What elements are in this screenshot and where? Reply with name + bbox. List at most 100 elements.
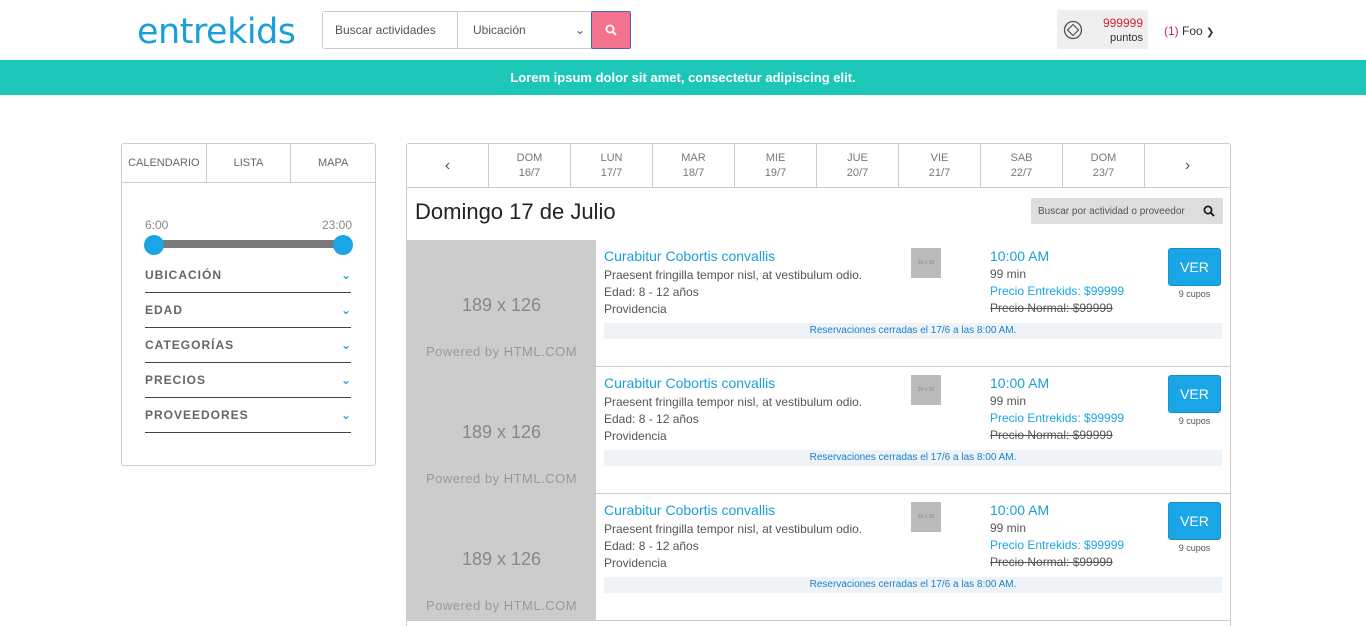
announcement-banner: Lorem ipsum dolor sit amet, consectetur … [0,60,1366,95]
points-value: 999999 [1102,16,1143,30]
chevron-down-icon: ⌄ [340,303,351,317]
price-normal: Precio Normal: $99999 [990,301,1113,315]
tab-mapa[interactable]: MAPA [291,144,375,182]
chevron-down-icon: ⌄ [340,268,351,282]
day-date: 19/7 [764,166,787,179]
activity-age: Edad: 8 - 12 años [604,539,699,553]
chevron-down-icon: ❯ [1206,27,1215,38]
provider-logo: 30 x 30 [911,248,941,278]
price-entrekids: Precio Entrekids: $99999 [990,284,1125,298]
activity-age: Edad: 8 - 12 años [604,285,699,299]
prev-week-button[interactable]: ‹ [407,144,489,187]
activity-image[interactable]: 189 x 126 Powered by HTML.COM [407,240,596,366]
time-range-min-handle[interactable] [144,235,164,255]
filter-categorias[interactable]: CATEGORÍAS ⌄ [145,328,351,363]
cupos-count: 9 cupos [1178,289,1211,299]
search-button[interactable] [591,11,631,49]
ver-button[interactable]: VER [1168,502,1221,540]
day-date: 23/7 [1092,166,1115,179]
filter-label: PROVEEDORES [145,408,249,422]
activity-duration: 99 min [990,267,1027,281]
filter-proveedores[interactable]: PROVEEDORES ⌄ [145,398,351,433]
day-item[interactable]: MAR 18/7 [653,144,735,187]
day-item[interactable]: VIE 21/7 [899,144,981,187]
activity-title[interactable]: Curabitur Cobortis convallis [604,502,775,518]
filter-precios[interactable]: PRECIOS ⌄ [145,363,351,398]
time-range-max: 23:00 [321,218,352,232]
search-bar: Buscar actividades Ubicación ⌄ [322,11,631,49]
price-entrekids: Precio Entrekids: $99999 [990,411,1125,425]
activity-image[interactable]: 189 x 126 Powered by HTML.COM [407,367,596,493]
next-week-button[interactable]: › [1145,144,1230,187]
activity-card: 189 x 126 Powered by HTML.COM Curabitur … [407,367,1230,494]
day-item[interactable]: SAB 22/7 [981,144,1063,187]
time-range-track[interactable] [154,240,343,248]
filter-label: UBICACIÓN [145,268,222,282]
image-placeholder-size: 189 x 126 [461,295,542,315]
ver-button[interactable]: VER [1168,375,1221,413]
price-normal: Precio Normal: $99999 [990,555,1113,569]
day-date: 17/7 [600,166,623,179]
provider-search-placeholder: Buscar por actividad o proveedor [1038,205,1185,217]
filter-edad[interactable]: EDAD ⌄ [145,293,351,328]
filter-sidebar: CALENDARIO LISTA MAPA 6:00 23:00 UBICACI… [121,143,376,466]
cupos-count: 9 cupos [1178,543,1211,553]
price-entrekids: Precio Entrekids: $99999 [990,538,1125,552]
day-item[interactable]: JUE 20/7 [817,144,899,187]
activity-image[interactable]: 189 x 126 Powered by HTML.COM [407,494,596,620]
activity-title[interactable]: Curabitur Cobortis convallis [604,248,775,264]
activity-card: 189 x 126 Powered by HTML.COM Curabitur … [407,240,1230,367]
notification-count: (1) [1164,24,1179,38]
filter-label: CATEGORÍAS [145,338,235,352]
day-date: 16/7 [518,166,541,179]
day-item[interactable]: DOM 23/7 [1063,144,1145,187]
activities-panel: ‹ DOM 16/7 LUN 17/7 MAR 18/7 MIE 19/7 JUE 20/… [406,143,1231,626]
activity-duration: 99 min [990,521,1027,535]
search-icon [605,24,617,36]
activity-card: 189 x 126 Powered by HTML.COM Curabitur … [407,494,1230,621]
provider-logo: 30 x 30 [911,502,941,532]
coin-icon [1063,20,1083,40]
activity-duration: 99 min [990,394,1027,408]
day-date: 20/7 [846,166,869,179]
day-title: Domingo 17 de Julio [415,199,616,224]
points-widget[interactable]: 999999 puntos [1057,10,1148,49]
header: entrekids Buscar actividades Ubicación ⌄… [0,0,1366,60]
search-input[interactable]: Buscar actividades [323,12,458,48]
day-selector: ‹ DOM 16/7 LUN 17/7 MAR 18/7 MIE 19/7 JUE 20/… [407,144,1230,188]
day-name: LUN [600,151,623,164]
day-date: 18/7 [682,166,705,179]
day-date: 21/7 [928,166,951,179]
filter-label: EDAD [145,303,184,317]
activity-title[interactable]: Curabitur Cobortis convallis [604,375,775,391]
day-item[interactable]: MIE 19/7 [735,144,817,187]
search-icon[interactable] [1203,205,1215,217]
day-item[interactable]: LUN 17/7 [571,144,653,187]
day-name: DOM [516,151,543,164]
activity-location: Providencia [604,302,667,316]
image-placeholder-credit: Powered by HTML.COM [425,471,578,486]
tab-calendario[interactable]: CALENDARIO [122,144,207,182]
reservations-closed-notice: Reservaciones cerradas el 17/6 a las 8:0… [604,450,1222,466]
provider-search-input[interactable]: Buscar por actividad o proveedor [1031,198,1223,224]
day-name: MAR [681,151,706,164]
activity-time: 10:00 AM [990,502,1050,518]
tab-lista[interactable]: LISTA [207,144,292,182]
chevron-down-icon: ⌄ [340,373,351,387]
time-range-max-handle[interactable] [333,235,353,255]
image-placeholder-credit: Powered by HTML.COM [425,344,578,359]
user-name: Foo [1182,24,1203,38]
image-placeholder-size: 189 x 126 [461,422,542,442]
day-item[interactable]: DOM 16/7 [489,144,571,187]
ver-button[interactable]: VER [1168,248,1221,286]
activity-age: Edad: 8 - 12 años [604,412,699,426]
activity-description: Praesent fringilla tempor nisl, at vesti… [604,522,863,536]
filter-ubicacion[interactable]: UBICACIÓN ⌄ [145,258,351,293]
user-menu[interactable]: (1) Foo ❯ [1164,24,1214,38]
chevron-down-icon: ⌄ [574,23,585,37]
location-select[interactable]: Ubicación ⌄ [458,12,591,48]
logo[interactable]: entrekids [137,10,296,54]
reservations-closed-notice: Reservaciones cerradas el 17/6 a las 8:0… [604,323,1222,339]
filter-label: PRECIOS [145,373,207,387]
day-name: DOM [1090,151,1117,164]
